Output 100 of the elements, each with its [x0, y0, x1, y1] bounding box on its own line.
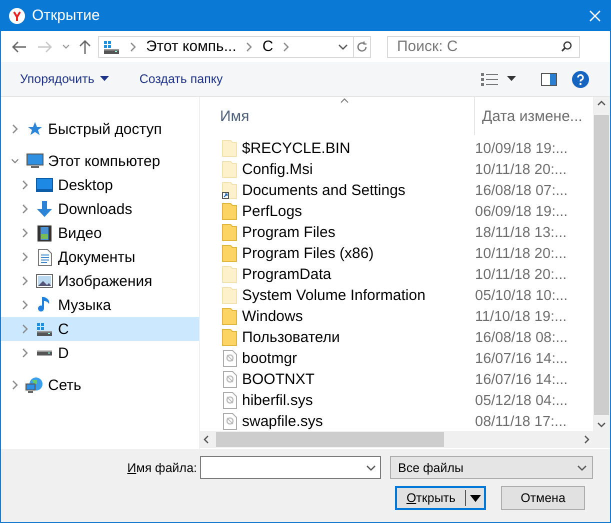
- caret-icon: [100, 76, 110, 82]
- expand-chevron-icon[interactable]: [11, 124, 19, 134]
- expand-chevron-icon[interactable]: [21, 228, 29, 238]
- cancel-button[interactable]: Отмена: [501, 486, 585, 510]
- file-icon: [222, 413, 236, 430]
- view-list-icon[interactable]: [481, 72, 498, 86]
- picture-icon: [36, 274, 53, 288]
- breadcrumb[interactable]: Этот компь...: [146, 38, 236, 55]
- tree-label: Downloads: [58, 200, 132, 218]
- file-row[interactable]: Config.Msi 10/11/18 20:...: [200, 159, 593, 180]
- file-row[interactable]: Program Files (x86) 10/11/18 20:...: [200, 243, 593, 264]
- file-date: 18/11/18 13:...: [475, 224, 567, 240]
- expand-chevron-icon[interactable]: [21, 204, 29, 214]
- tree-item[interactable]: Downloads: [1, 197, 199, 221]
- file-name: Program Files: [242, 224, 336, 241]
- expand-chevron-icon[interactable]: [11, 380, 19, 390]
- new-folder-button[interactable]: Создать папку: [139, 72, 223, 86]
- expand-chevron-icon[interactable]: [21, 300, 29, 310]
- file-name: Config.Msi: [242, 161, 314, 178]
- tree-item[interactable]: Быстрый доступ: [1, 117, 199, 141]
- dropdown-caret-icon[interactable]: [366, 464, 376, 472]
- file-row[interactable]: BOOTNXT 16/07/16 14:...: [200, 369, 593, 390]
- open-button[interactable]: Открыть: [395, 486, 486, 510]
- tree-item[interactable]: D: [1, 341, 199, 365]
- search-field[interactable]: Поиск: C: [387, 36, 580, 58]
- file-name: PerfLogs: [242, 203, 304, 220]
- folder-icon: [222, 224, 237, 241]
- column-header[interactable]: Дата измене...: [474, 97, 582, 135]
- expand-chevron-icon[interactable]: [21, 252, 29, 262]
- scrollbar-thumb[interactable]: [594, 115, 609, 415]
- desktop-icon: [36, 178, 53, 192]
- file-name: Windows: [242, 308, 304, 325]
- dropdown-caret-icon[interactable]: [338, 42, 348, 50]
- file-row[interactable]: Program Files 18/11/18 13:...: [200, 222, 593, 243]
- help-icon[interactable]: [572, 70, 589, 88]
- file-row[interactable]: swapfile.sys 08/11/18 17:...: [200, 411, 593, 431]
- breadcrumb[interactable]: C: [262, 38, 274, 55]
- recent-caret-icon[interactable]: [62, 44, 70, 50]
- file-row[interactable]: $RECYCLE.BIN 10/09/18 19:...: [200, 138, 593, 159]
- tree-label: Документы: [58, 248, 136, 266]
- drive-icon: [36, 321, 53, 337]
- file-row[interactable]: Documents and Settings 16/08/18 07:...: [200, 180, 593, 201]
- file-row[interactable]: hiberfil.sys 05/12/18 04:...: [200, 390, 593, 411]
- preview-pane-icon[interactable]: [541, 72, 557, 86]
- column-header[interactable]: Имя: [200, 97, 474, 135]
- file-row[interactable]: ProgramData 10/11/18 20:...: [200, 264, 593, 285]
- tree-label: Изображения: [58, 272, 152, 290]
- back-arrow-icon[interactable]: [11, 40, 27, 54]
- tree-label: Музыка: [58, 296, 112, 314]
- file-icon: [222, 371, 236, 388]
- window-title: Открытие: [32, 7, 101, 24]
- expand-chevron-icon[interactable]: [21, 276, 29, 286]
- network-icon: [25, 376, 44, 394]
- folder-icon: [222, 245, 237, 262]
- up-arrow-icon[interactable]: [78, 38, 92, 54]
- file-row[interactable]: Windows 11/10/18 19:...: [200, 306, 593, 327]
- expand-chevron-icon[interactable]: [21, 180, 29, 190]
- drive-icon: [103, 38, 120, 54]
- tree-item[interactable]: Видео: [1, 221, 199, 245]
- expand-chevron-icon[interactable]: [21, 324, 29, 334]
- chevron-icon[interactable]: [245, 42, 254, 52]
- file-name: BOOTNXT: [242, 371, 316, 388]
- tree-label: Сеть: [48, 376, 82, 394]
- caret-icon[interactable]: [470, 494, 480, 502]
- tree-label: Видео: [58, 224, 102, 242]
- file-date: 10/09/18 19:...: [475, 140, 568, 156]
- tree-item[interactable]: Изображения: [1, 269, 199, 293]
- caret-icon[interactable]: [507, 76, 516, 82]
- tree-label: C: [58, 320, 69, 338]
- chevron-icon[interactable]: [129, 42, 137, 52]
- horizontal-scrollbar[interactable]: [200, 431, 593, 448]
- file-row[interactable]: PerfLogs 06/09/18 19:...: [200, 201, 593, 222]
- collapse-chevron-icon[interactable]: [11, 157, 19, 165]
- search-icon[interactable]: [561, 40, 572, 52]
- filename-field[interactable]: [200, 456, 381, 479]
- file-row[interactable]: System Volume Information 05/10/18 10:...: [200, 285, 593, 306]
- file-date: 10/11/18 20:...: [475, 162, 567, 178]
- file-type-dropdown[interactable]: Все файлы: [390, 456, 593, 479]
- vertical-scrollbar[interactable]: [593, 97, 610, 431]
- close-icon[interactable]: [589, 10, 601, 22]
- tree-item[interactable]: Музыка: [1, 293, 199, 317]
- tree-item[interactable]: Сеть: [1, 373, 199, 397]
- file-row[interactable]: bootmgr 16/07/16 14:...: [200, 348, 593, 369]
- organize-button[interactable]: Упорядочить: [20, 72, 110, 86]
- file-name: hiberfil.sys: [242, 392, 314, 409]
- music-note-icon: [38, 296, 52, 314]
- folder-icon: [222, 266, 237, 283]
- chevron-icon[interactable]: [282, 42, 290, 52]
- tree-item[interactable]: C: [1, 317, 199, 341]
- tree-item[interactable]: Документы: [1, 245, 199, 269]
- tree-item[interactable]: Этот компьютер: [1, 149, 199, 173]
- expand-chevron-icon[interactable]: [21, 348, 29, 358]
- refresh-icon[interactable]: [356, 40, 368, 52]
- file-date: 06/09/18 19:...: [475, 204, 568, 220]
- file-row[interactable]: Пользователи 16/08/18 08:...: [200, 327, 593, 348]
- tree-item[interactable]: Desktop: [1, 173, 199, 197]
- folder-icon: [222, 287, 237, 304]
- address-bar[interactable]: Этот компь... C: [98, 36, 371, 58]
- tree-label: Desktop: [58, 176, 114, 194]
- scrollbar-thumb[interactable]: [216, 432, 444, 447]
